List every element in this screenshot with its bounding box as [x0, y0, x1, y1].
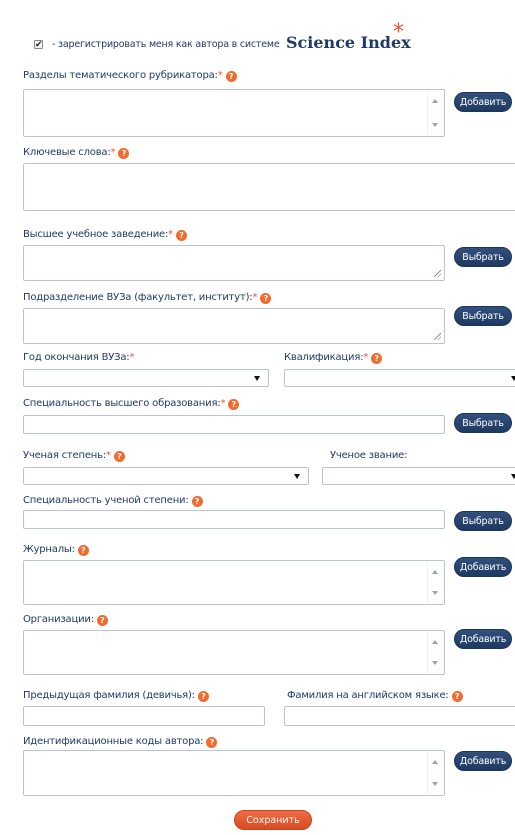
chevron-down-icon[interactable] — [511, 376, 515, 381]
degree-label: Ученая степень:*? — [23, 450, 125, 462]
help-icon[interactable]: ? — [260, 293, 272, 304]
university-input[interactable] — [23, 245, 445, 281]
author-ids-list[interactable] — [23, 750, 445, 796]
required-mark: * — [110, 147, 116, 158]
help-icon[interactable]: ? — [77, 545, 89, 556]
maiden-name-label-text: Предыдущая фамилия (девичья): — [23, 690, 195, 701]
qualification-label: Квалификация:*? — [284, 352, 383, 364]
organizations-list[interactable] — [23, 630, 445, 675]
scrollbar[interactable] — [427, 632, 443, 673]
journals-label: Журналы:? — [23, 544, 89, 556]
journals-label-text: Журналы: — [23, 544, 75, 555]
scrollbar[interactable] — [427, 91, 443, 135]
scrollbar[interactable] — [427, 562, 443, 603]
english-surname-input[interactable] — [284, 706, 515, 726]
title-select[interactable] — [322, 467, 515, 485]
title-label: Ученое звание: — [330, 450, 407, 461]
scroll-down-icon[interactable] — [432, 661, 438, 665]
department-label-text: Подразделение ВУЗа (факультет, институт)… — [23, 292, 253, 303]
organizations-add-button[interactable]: Добавить — [454, 629, 512, 649]
resize-grip-icon[interactable] — [434, 270, 441, 277]
scroll-down-icon[interactable] — [432, 591, 438, 595]
required-mark: * — [168, 229, 173, 240]
scroll-down-icon[interactable] — [432, 123, 438, 127]
science-index-logo: Science Index — [286, 33, 411, 52]
department-label: Подразделение ВУЗа (факультет, институт)… — [23, 292, 272, 304]
help-icon[interactable]: ? — [371, 353, 383, 364]
graduation-year-select[interactable] — [23, 369, 269, 387]
scroll-up-icon[interactable] — [432, 570, 438, 574]
required-mark: * — [220, 398, 226, 409]
degree-specialty-input[interactable] — [23, 510, 445, 529]
resize-grip-icon[interactable] — [434, 333, 441, 340]
rubricator-label: Разделы тематического рубрикатора:*? — [23, 70, 237, 82]
keywords-label-text: Ключевые слова: — [23, 147, 111, 158]
degree-label-text: Ученая степень: — [23, 450, 106, 461]
keywords-input[interactable] — [23, 163, 515, 211]
required-mark: * — [105, 450, 111, 461]
higher-specialty-label: Специальность высшего образования:*? — [23, 398, 240, 410]
title-label-text: Ученое звание: — [330, 450, 408, 461]
degree-specialty-select-button[interactable]: Выбрать — [454, 511, 512, 531]
university-label: Высшее учебное заведение:*? — [23, 229, 187, 241]
chevron-down-icon[interactable] — [254, 376, 260, 381]
author-ids-label-text: Идентификационные коды автора: — [23, 736, 204, 747]
degree-specialty-label: Специальность ученой степени:? — [23, 495, 203, 507]
help-icon[interactable]: ? — [175, 230, 187, 241]
rubricator-add-button[interactable]: Добавить — [454, 92, 512, 112]
organizations-label: Организации:? — [23, 614, 108, 626]
english-surname-label-text: Фамилия на английском языке: — [287, 690, 449, 701]
university-label-text: Высшее учебное заведение: — [23, 229, 169, 240]
help-icon[interactable]: ? — [118, 148, 130, 159]
required-mark: * — [217, 70, 223, 81]
help-icon[interactable]: ? — [191, 496, 203, 507]
author-ids-add-button[interactable]: Добавить — [454, 751, 512, 771]
degree-specialty-label-text: Специальность ученой степени: — [23, 495, 189, 506]
help-icon[interactable]: ? — [197, 691, 209, 702]
help-icon[interactable]: ? — [451, 691, 463, 702]
required-mark: * — [252, 292, 258, 303]
qualification-select[interactable] — [284, 369, 515, 387]
chevron-down-icon[interactable] — [511, 474, 515, 479]
science-index-star: * — [393, 20, 404, 45]
rubricator-list[interactable] — [23, 89, 445, 137]
chevron-down-icon[interactable] — [294, 474, 300, 479]
degree-select[interactable] — [23, 467, 309, 485]
graduation-year-label: Год окончания ВУЗа:* — [23, 352, 134, 363]
help-icon[interactable]: ? — [206, 737, 218, 748]
qualification-label-text: Квалификация: — [284, 352, 364, 363]
rubricator-label-text: Разделы тематического рубрикатора: — [23, 70, 218, 81]
required-mark: * — [363, 352, 369, 363]
help-icon[interactable]: ? — [228, 399, 240, 410]
maiden-name-input[interactable] — [23, 706, 265, 726]
higher-specialty-label-text: Специальность высшего образования: — [23, 398, 221, 409]
keywords-label: Ключевые слова:*? — [23, 147, 130, 159]
required-mark: * — [129, 352, 135, 363]
journals-list[interactable] — [23, 560, 445, 605]
department-select-button[interactable]: Выбрать — [454, 306, 512, 326]
scroll-down-icon[interactable] — [432, 782, 438, 786]
save-button[interactable]: Сохранить — [234, 810, 312, 830]
scroll-up-icon[interactable] — [432, 640, 438, 644]
graduation-year-label-text: Год окончания ВУЗа: — [23, 352, 130, 363]
help-icon[interactable]: ? — [96, 615, 108, 626]
help-icon[interactable]: ? — [225, 71, 237, 82]
author-ids-label: Идентификационные коды автора:? — [23, 736, 218, 748]
higher-specialty-input[interactable] — [23, 415, 445, 434]
higher-specialty-select-button[interactable]: Выбрать — [454, 413, 512, 433]
university-select-button[interactable]: Выбрать — [454, 247, 512, 267]
scroll-up-icon[interactable] — [432, 760, 438, 764]
department-input[interactable] — [23, 308, 445, 344]
maiden-name-label: Предыдущая фамилия (девичья):? — [23, 690, 209, 702]
help-icon[interactable]: ? — [113, 451, 125, 462]
register-author-label: - зарегистрировать меня как автора в сис… — [52, 39, 280, 50]
scrollbar[interactable] — [427, 752, 443, 794]
scroll-up-icon[interactable] — [432, 99, 438, 103]
organizations-label-text: Организации: — [23, 614, 94, 625]
english-surname-label: Фамилия на английском языке:? — [287, 690, 463, 702]
journals-add-button[interactable]: Добавить — [454, 557, 512, 577]
register-author-checkbox[interactable]: ✔ — [34, 40, 43, 50]
